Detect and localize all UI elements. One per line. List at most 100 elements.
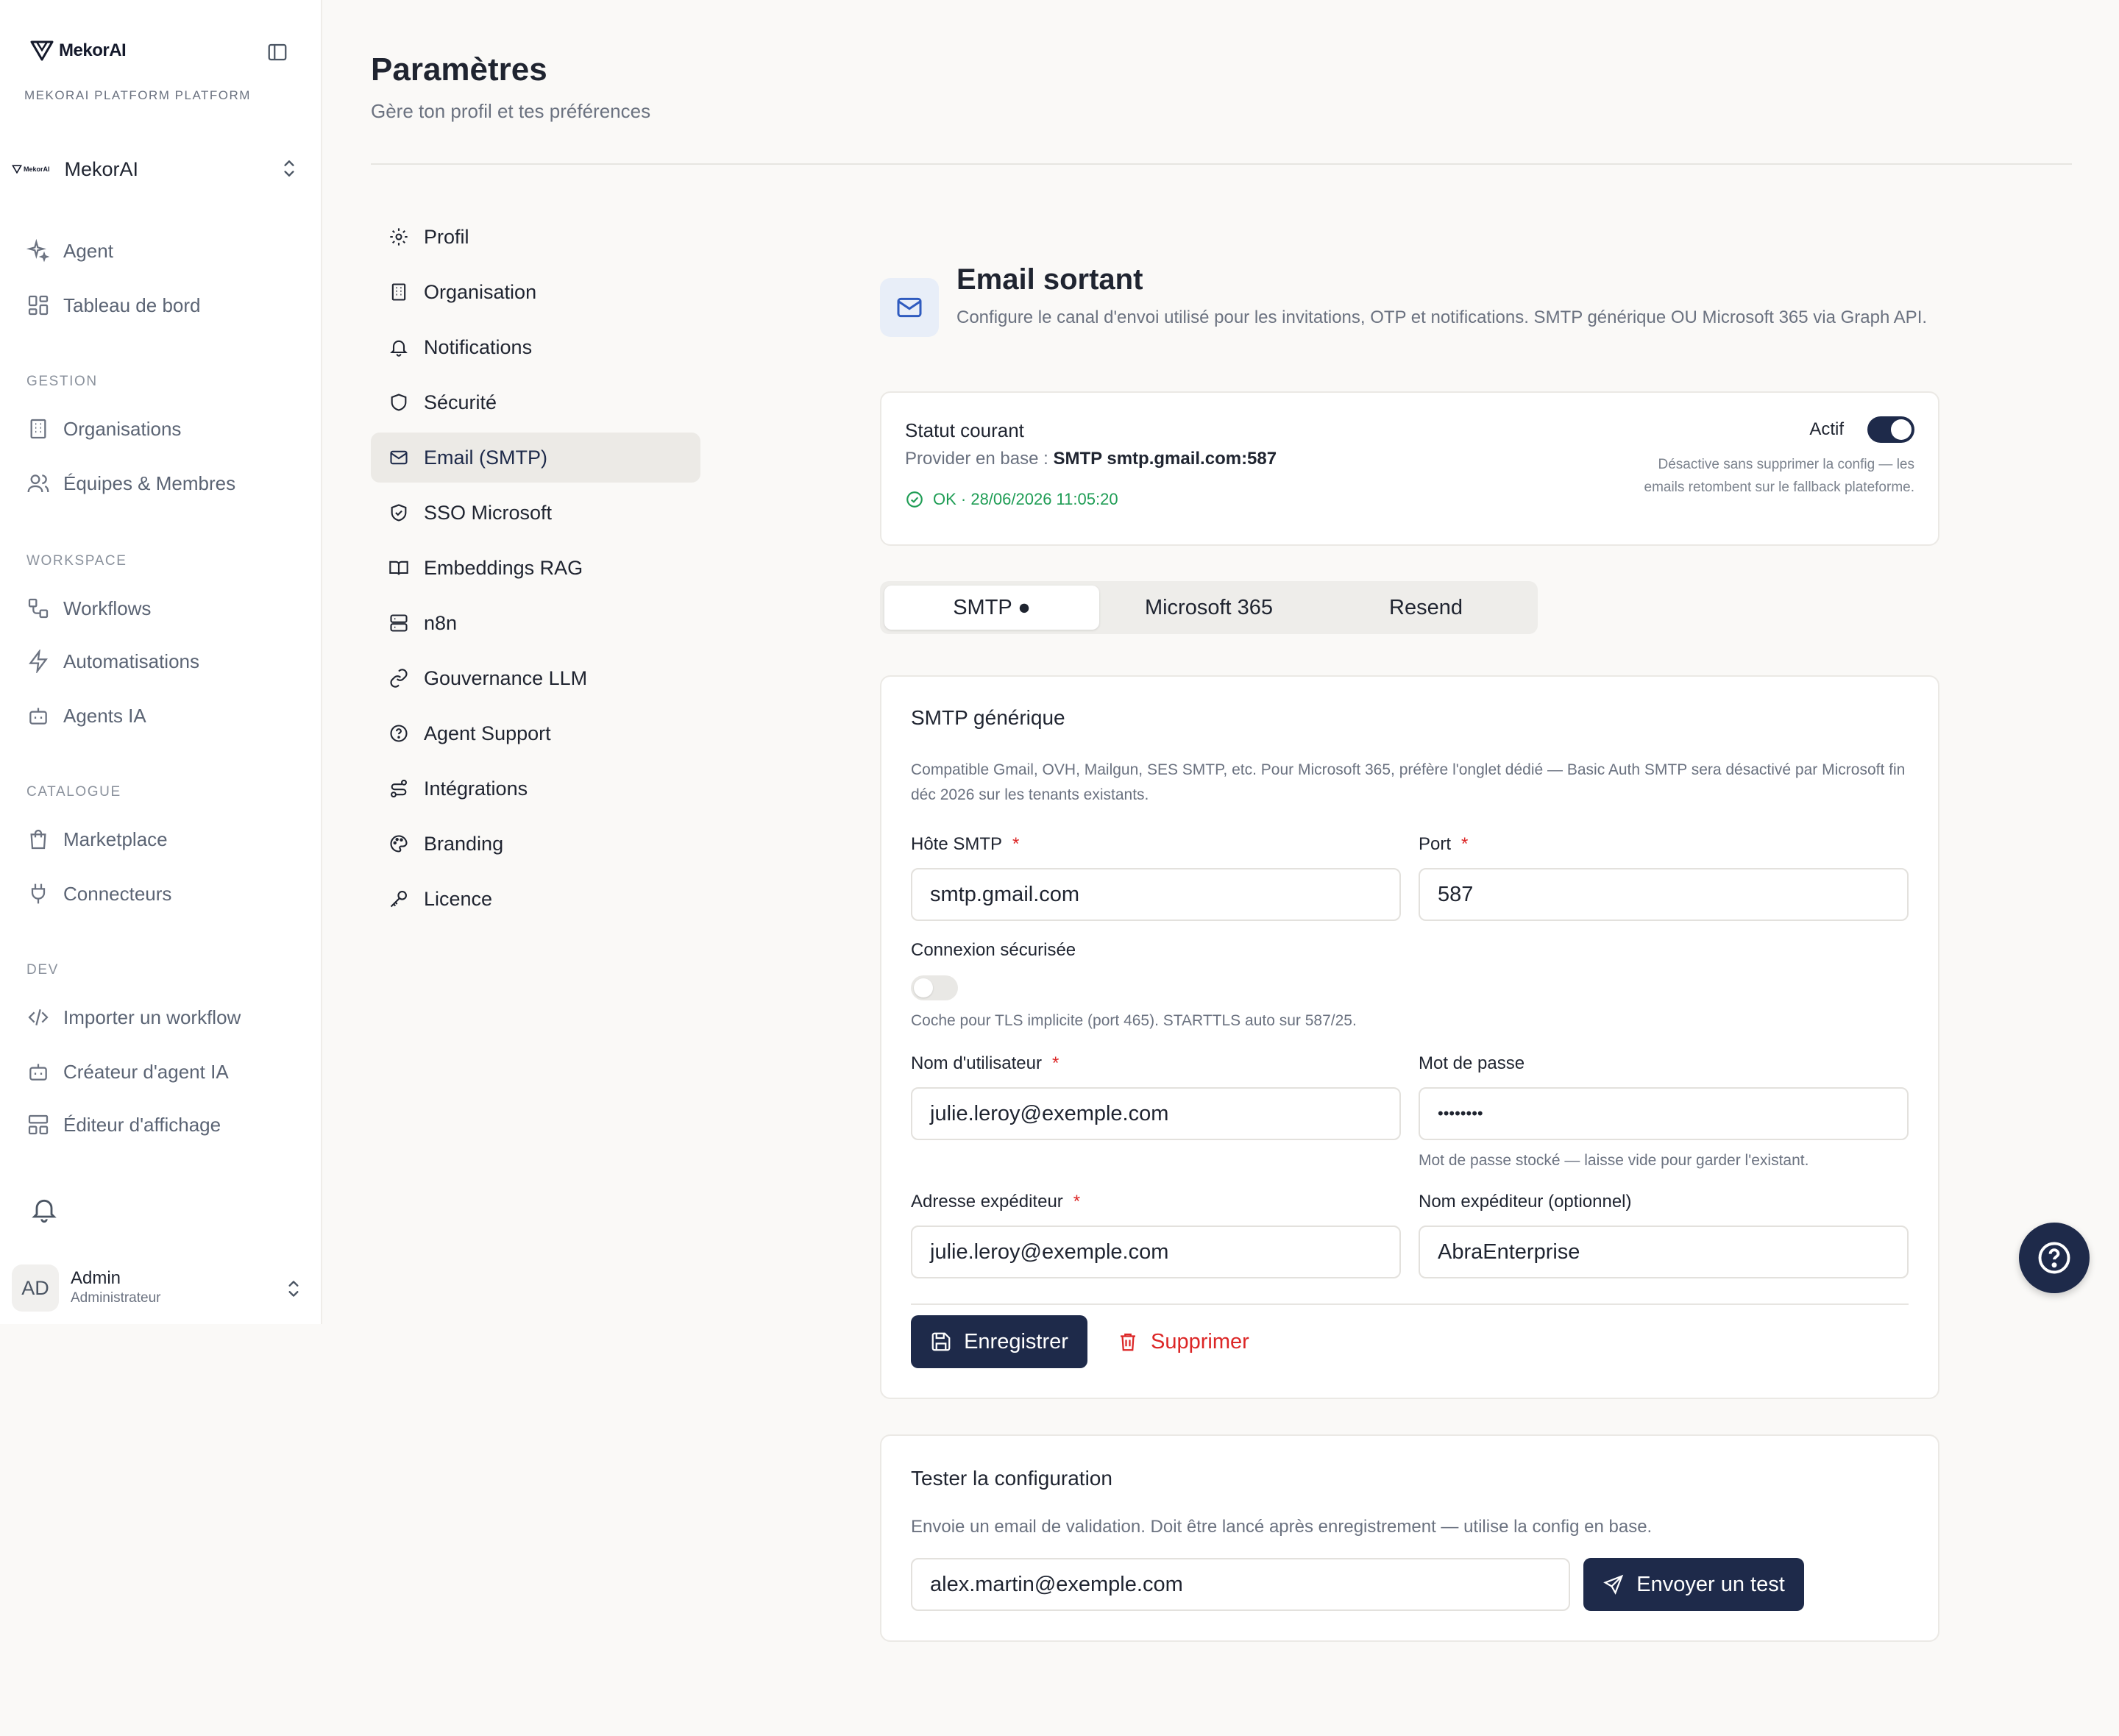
active-help-text: Désactive sans supprimer la config — les… [1644,457,1915,495]
settings-item-label: Intégrations [424,777,528,800]
send-test-button[interactable]: Envoyer un test [1583,1558,1804,1611]
secure-toggle[interactable] [911,975,958,1000]
username-input[interactable]: julie.leroy@exemple.com [911,1087,1401,1140]
tab-microsoft-365[interactable]: Microsoft 365 [1101,586,1316,630]
sidebar-item-automations[interactable]: Automatisations [26,643,199,680]
settings-item-organisation[interactable]: Organisation [371,267,700,317]
settings-item-securite[interactable]: Sécurité [371,377,700,427]
user-name: Admin [71,1268,121,1288]
email-section-icon [880,278,939,337]
check-circle-icon [906,491,923,508]
sidebar-item-teams[interactable]: Équipes & Membres [26,465,235,502]
workflow-icon [28,598,49,619]
password-label: Mot de passe [1419,1053,1525,1073]
settings-item-label: Licence [424,887,493,910]
settings-item-profil[interactable]: Profil [371,212,700,262]
status-card: Statut courant Provider en base : SMTP s… [880,391,1939,546]
smtp-host-input[interactable]: smtp.gmail.com [911,868,1401,921]
settings-item-n8n[interactable]: n8n [371,598,700,648]
host-label: Hôte SMTP * [911,834,1019,855]
section-title: Email sortant [956,263,1143,296]
users-icon [27,474,49,493]
sidebar-item-display-editor[interactable]: Éditeur d'affichage [26,1106,221,1143]
settings-item-sso-microsoft[interactable]: SSO Microsoft [371,488,700,538]
save-icon [931,1332,951,1351]
bot-icon [29,708,47,725]
settings-item-licence[interactable]: Licence [371,874,700,924]
settings-item-notifications[interactable]: Notifications [371,322,700,372]
sidebar-item-label: Agents IA [63,704,146,727]
platform-label: MEKORAI PLATFORM PLATFORM [24,88,251,102]
required-mark: * [1012,834,1020,854]
settings-item-gouvernance-llm[interactable]: Gouvernance LLM [371,653,700,703]
sidebar-item-dashboard[interactable]: Tableau de bord [26,287,200,324]
from-address-label-text: Adresse expéditeur [911,1192,1063,1212]
shopping-bag-icon [30,829,46,850]
org-logo: MekorAI [12,165,50,174]
form-title: SMTP générique [911,706,1065,729]
settings-item-label: SSO Microsoft [424,501,553,524]
sidebar-item-agent-creator[interactable]: Créateur d'agent IA [26,1053,229,1090]
sidebar-item-ai-agents[interactable]: Agents IA [26,697,146,734]
sidebar-item-agent[interactable]: Agent [26,232,113,269]
settings-item-agent-support[interactable]: Agent Support [371,708,700,758]
org-logo-text: MekorAI [24,166,50,173]
from-address-input[interactable]: julie.leroy@exemple.com [911,1225,1401,1278]
sidebar-item-label: Tableau de bord [63,294,201,316]
help-circle-icon [390,725,408,742]
username-label-text: Nom d'utilisateur [911,1053,1042,1073]
status-provider-prefix: Provider en base : [905,449,1054,469]
layout-icon [28,1114,49,1135]
active-label: Actif [1809,419,1844,439]
settings-item-label: Agent Support [424,722,551,744]
from-address-label: Adresse expéditeur * [911,1192,1080,1212]
shield-icon [391,394,407,411]
sidebar-item-label: Agent [63,239,113,262]
sidebar-item-label: Automatisations [63,650,199,672]
smtp-form-card: SMTP générique Compatible Gmail, OVH, Ma… [880,675,1939,1399]
settings-item-integrations[interactable]: Intégrations [371,764,700,814]
delete-button[interactable]: Supprimer [1117,1315,1249,1368]
status-provider: Provider en base : SMTP smtp.gmail.com:5… [905,449,1277,469]
key-icon [390,891,407,908]
password-input[interactable]: •••••••• [1419,1087,1909,1140]
user-menu[interactable]: AD Admin Administrateur [12,1264,309,1312]
sidebar-item-marketplace[interactable]: Marketplace [26,821,168,858]
sidebar-item-connectors[interactable]: Connecteurs [26,875,171,912]
settings-item-label: Sécurité [424,391,497,413]
test-recipient-input[interactable]: alex.martin@exemple.com [911,1558,1570,1611]
sidebar-item-import-workflow[interactable]: Importer un workflow [26,999,241,1036]
palette-icon [390,835,408,853]
book-icon [389,561,408,575]
code-icon [28,1009,49,1025]
mail-icon [897,297,922,318]
active-toggle[interactable] [1867,416,1914,443]
settings-item-label: Email (SMTP) [424,446,547,469]
settings-item-branding[interactable]: Branding [371,819,700,869]
org-switcher[interactable]: MekorAI MekorAI [12,152,309,187]
org-name: MekorAI [64,157,139,180]
sidebar-item-label: Équipes & Membres [63,472,236,494]
help-button[interactable] [2019,1223,2090,1293]
bell-icon[interactable] [29,1195,59,1224]
tab-resend[interactable]: Resend [1318,586,1533,630]
sidebar-item-organisations[interactable]: Organisations [26,410,181,447]
app-logo[interactable]: MekorAI [29,40,127,62]
port-label-text: Port [1419,834,1452,854]
status-ok-text: OK · 28/06/2026 11:05:20 [933,490,1118,508]
smtp-port-input[interactable]: 587 [1419,868,1909,921]
tab-smtp[interactable]: SMTP ● [884,586,1099,630]
save-button[interactable]: Enregistrer [911,1315,1087,1368]
dashboard-icon [28,295,49,316]
from-name-input[interactable]: AbraEnterprise [1419,1225,1909,1278]
sidebar-toggle-icon[interactable] [266,41,288,63]
host-label-text: Hôte SMTP [911,834,1003,854]
sidebar-item-label: Connecteurs [63,882,172,905]
provider-tabs: SMTP ● Microsoft 365 Resend [880,581,1538,634]
logo-mark-icon [12,165,22,174]
sidebar-item-label: Organisations [63,417,182,440]
settings-item-email-smtp[interactable]: Email (SMTP) [371,433,700,483]
sidebar-item-workflows[interactable]: Workflows [26,590,151,627]
settings-item-embeddings-rag[interactable]: Embeddings RAG [371,543,700,593]
section-label-workspace: WORKSPACE [26,553,127,569]
